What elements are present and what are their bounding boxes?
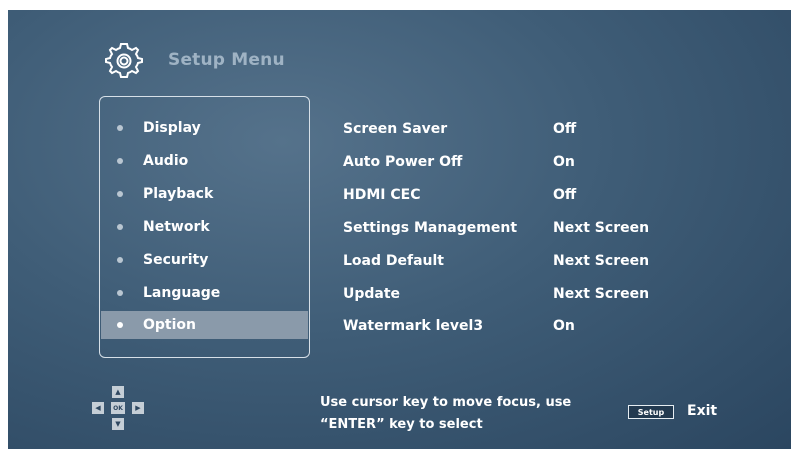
option-row-watermark-level3[interactable]: Watermark level3 On [343,314,673,338]
option-row-update[interactable]: Update Next Screen [343,282,673,306]
sidebar-item-display[interactable]: Display [101,114,308,142]
sidebar-item-audio[interactable]: Audio [101,147,308,175]
arrow-up-icon: ▲ [112,386,124,398]
bullet-icon [117,224,123,230]
sidebar-item-language[interactable]: Language [101,279,308,307]
bullet-icon [117,125,123,131]
arrow-right-icon: ▶ [132,402,144,414]
option-value: Off [553,121,577,137]
sidebar-item-label: Language [143,285,221,301]
option-value: Off [553,187,577,203]
bullet-icon [117,290,123,296]
sidebar-item-label: Display [143,120,201,136]
option-row-screen-saver[interactable]: Screen Saver Off [343,117,673,141]
page-title: Setup Menu [168,50,285,70]
exit-label[interactable]: Exit [687,403,717,419]
bullet-icon [117,158,123,164]
sidebar-item-label: Playback [143,186,214,202]
option-value: Next Screen [553,220,650,236]
option-row-auto-power-off[interactable]: Auto Power Off On [343,150,673,174]
sidebar-item-option[interactable]: Option [101,311,308,339]
option-label: Settings Management [343,220,518,236]
bullet-icon [117,322,123,328]
option-label: Auto Power Off [343,154,463,170]
option-value: On [553,154,575,170]
header: Setup Menu [104,40,285,80]
dpad-legend: ▲ ◀ OK ▶ ▼ [90,386,150,434]
option-label: HDMI CEC [343,187,421,203]
gear-icon [105,43,143,78]
sidebar-item-label: Option [143,317,196,333]
setup-key-icon: Setup [628,405,674,419]
option-label: Watermark level3 [343,318,484,334]
option-label: Load Default [343,253,444,269]
option-value: On [553,318,575,334]
arrow-down-icon: ▼ [112,418,124,430]
sidebar-item-network[interactable]: Network [101,213,308,241]
hint-line-2: “ENTER” key to select [320,417,483,432]
option-value: Next Screen [553,286,650,302]
bullet-icon [117,257,123,263]
sidebar-item-label: Network [143,219,210,235]
bullet-icon [117,191,123,197]
sidebar-item-label: Security [143,252,209,268]
sidebar-item-label: Audio [143,153,189,169]
sidebar-item-playback[interactable]: Playback [101,180,308,208]
arrow-left-icon: ◀ [92,402,104,414]
option-value: Next Screen [553,253,650,269]
option-label: Update [343,286,401,302]
ok-key-icon: OK [111,402,125,414]
option-row-settings-management[interactable]: Settings Management Next Screen [343,216,673,240]
option-row-hdmi-cec[interactable]: HDMI CEC Off [343,183,673,207]
category-sidebar: Display Audio Playback Network Security … [99,96,310,358]
sidebar-item-security[interactable]: Security [101,246,308,274]
navigation-hint: Use cursor key to move focus, use “ENTER… [320,392,571,436]
option-row-load-default[interactable]: Load Default Next Screen [343,249,673,273]
hint-line-1: Use cursor key to move focus, use [320,395,572,410]
option-label: Screen Saver [343,121,448,137]
